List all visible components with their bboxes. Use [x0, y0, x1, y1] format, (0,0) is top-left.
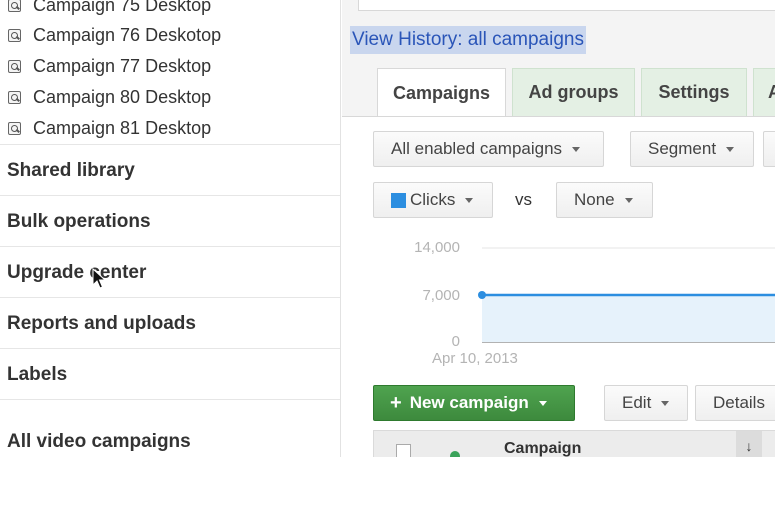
dropdown-label: All enabled campaigns [391, 139, 563, 158]
sidebar-item-reports-and-uploads[interactable]: Reports and uploads [0, 297, 340, 348]
sidebar-item-label: All video campaigns [7, 431, 191, 452]
campaign-label: Campaign 76 Deskotop [33, 25, 222, 45]
chevron-down-icon [465, 197, 474, 203]
main-panel: View History: all campaigns Campaigns Ad… [342, 0, 775, 457]
campaign-label: Campaign 81 Desktop [33, 118, 212, 138]
status-dot-icon [450, 451, 460, 457]
dropdown-label: Details [713, 393, 765, 412]
sidebar: Campaign 75 Desktop Campaign 76 Deskotop… [0, 0, 341, 457]
new-campaign-button[interactable]: + New campaign [373, 385, 575, 421]
sidebar-campaign-item[interactable]: Campaign 81 Desktop [0, 113, 340, 144]
dropdown-label: None [574, 190, 615, 209]
dropdown-label: Edit [622, 393, 652, 412]
sidebar-item-label: Shared library [7, 160, 135, 181]
x-tick-label: Apr 10, 2013 [432, 350, 518, 367]
chevron-down-icon [572, 146, 581, 152]
tab-label: Ad groups [528, 82, 619, 102]
top-search-bar[interactable] [358, 0, 775, 11]
tab-label: Settings [658, 82, 730, 102]
search-campaign-icon [8, 60, 21, 73]
chevron-down-icon [661, 400, 670, 406]
details-dropdown[interactable]: Details [695, 385, 775, 421]
sidebar-item-all-video-campaigns[interactable]: All video campaigns [0, 399, 340, 457]
series-area [482, 295, 775, 342]
mouse-cursor-icon [92, 268, 106, 289]
table-header: Campaign ↓ [373, 430, 775, 457]
metric-color-swatch [391, 192, 406, 208]
view-history-link[interactable]: View History: all campaigns [350, 26, 586, 54]
tab-ad-groups[interactable]: Ad groups [512, 68, 635, 116]
dropdown-label: Clicks [410, 190, 456, 209]
sidebar-campaign-item[interactable]: Campaign 77 Desktop [0, 51, 340, 82]
search-campaign-icon [8, 91, 21, 104]
chevron-down-icon [624, 197, 633, 203]
campaign-label: Campaign 75 Desktop [33, 0, 212, 15]
more-dropdown[interactable] [763, 131, 775, 167]
search-campaign-icon [8, 0, 21, 12]
campaign-filter-dropdown[interactable]: All enabled campaigns [373, 131, 604, 167]
sidebar-item-label: Labels [7, 364, 68, 385]
button-label: New campaign [409, 393, 529, 412]
sidebar-item-label: Bulk operations [7, 211, 151, 232]
dropdown-label: Segment [648, 139, 717, 158]
performance-chart: 14,000 7,000 0 Apr 10, 2013 [402, 232, 775, 372]
sidebar-item-label: Upgrade center [7, 262, 147, 283]
tab-bar: Campaigns Ad groups Settings A [342, 68, 775, 118]
sort-arrow-icon[interactable]: ↓ [736, 431, 762, 457]
column-header-campaign[interactable]: Campaign [504, 440, 581, 457]
plus-icon: + [390, 391, 402, 414]
campaigns-content: All enabled campaigns Segment Clicks vs … [342, 117, 775, 457]
tab-campaigns[interactable]: Campaigns [377, 68, 506, 118]
select-all-checkbox[interactable] [396, 444, 411, 457]
tab-label: A [768, 82, 775, 102]
sidebar-campaign-item[interactable]: Campaign 76 Deskotop [0, 20, 340, 51]
chevron-down-icon [726, 146, 735, 152]
campaign-label: Campaign 77 Desktop [33, 56, 212, 76]
sidebar-item-labels[interactable]: Labels [0, 348, 340, 399]
sidebar-item-bulk-operations[interactable]: Bulk operations [0, 195, 340, 246]
search-campaign-icon [8, 122, 21, 135]
data-point [478, 291, 486, 299]
sidebar-campaign-item[interactable]: Campaign 80 Desktop [0, 82, 340, 113]
tab-settings[interactable]: Settings [641, 68, 747, 116]
sidebar-campaign-item[interactable]: Campaign 75 Desktop [0, 0, 340, 21]
tab-label: Campaigns [392, 83, 491, 103]
segment-dropdown[interactable]: Segment [630, 131, 754, 167]
tab-ads[interactable]: A [753, 68, 775, 116]
sidebar-item-upgrade-center[interactable]: Upgrade center [0, 246, 340, 297]
campaign-label: Campaign 80 Desktop [33, 87, 212, 107]
search-campaign-icon [8, 29, 21, 42]
edit-dropdown[interactable]: Edit [604, 385, 688, 421]
chevron-down-icon [538, 400, 547, 406]
vs-label: vs [515, 190, 532, 209]
sidebar-item-label: Reports and uploads [7, 313, 196, 334]
metric-dropdown[interactable]: Clicks [373, 182, 493, 218]
sidebar-item-shared-library[interactable]: Shared library [0, 144, 340, 195]
compare-metric-dropdown[interactable]: None [556, 182, 653, 218]
